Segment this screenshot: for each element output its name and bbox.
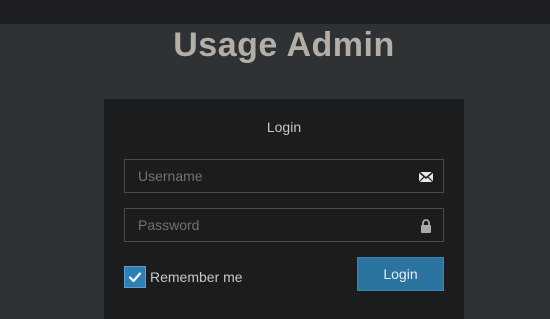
password-input[interactable] [125,209,443,241]
top-bar [0,0,550,24]
login-heading: Login [266,119,302,135]
username-field-wrapper [124,159,444,193]
app-title: Usage Admin [173,26,395,64]
remember-me-label: Remember me [150,269,243,285]
remember-me-toggle[interactable]: Remember me [124,266,243,288]
checkmark-icon [128,272,142,283]
lock-icon [418,218,434,234]
login-panel: Login Remember me Login [104,99,464,319]
login-button[interactable]: Login [357,257,444,291]
password-field-wrapper [124,208,444,242]
remember-me-checkbox[interactable] [124,266,146,288]
envelope-icon [418,169,434,185]
username-input[interactable] [125,160,443,192]
